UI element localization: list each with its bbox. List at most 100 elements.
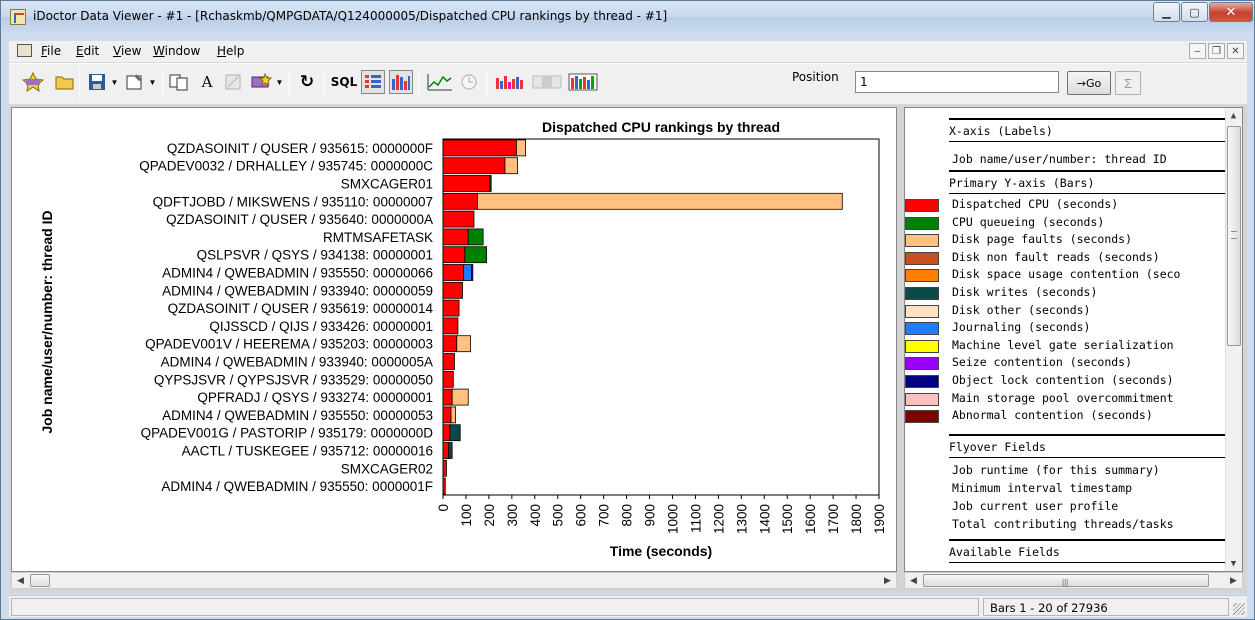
legend-swatch[interactable]	[905, 216, 939, 230]
legend-scroll-thumb[interactable]	[1227, 126, 1241, 346]
scroll-right-arrow-icon[interactable]: ▶	[879, 573, 896, 588]
save-button[interactable]	[85, 70, 109, 94]
menu-edit[interactable]: Edit	[76, 44, 99, 58]
properties-dropdown[interactable]: ▼	[147, 70, 158, 94]
chart-scroll-thumb[interactable]	[30, 574, 50, 587]
go-button[interactable]: →Go	[1067, 71, 1111, 95]
flyover-field[interactable]: Minimum interval timestamp	[952, 481, 1132, 495]
maximize-button[interactable]: ▢	[1181, 2, 1208, 22]
legend-label[interactable]: Main storage pool overcommitment	[952, 391, 1174, 405]
range-bar-button[interactable]	[531, 70, 563, 94]
yaxis-header[interactable]: Primary Y-axis (Bars)	[949, 170, 1228, 194]
mdi-close-button[interactable]: ✕	[1227, 43, 1244, 59]
legend-label[interactable]: Abnormal contention (seconds)	[952, 408, 1153, 422]
minimize-button[interactable]: ▁	[1153, 2, 1180, 22]
flyover-field[interactable]: Job runtime (for this summary)	[952, 463, 1160, 477]
multi-bar-button[interactable]	[567, 70, 599, 94]
minimize-icon: ▁	[1162, 6, 1171, 19]
sum-button[interactable]: Σ	[1115, 71, 1141, 95]
bar-graph-icon	[392, 75, 410, 90]
flyover-header[interactable]: Flyover Fields	[949, 434, 1228, 458]
grip-icon: |||	[1062, 578, 1069, 587]
filter-button[interactable]	[221, 70, 245, 94]
toolbar-separator	[289, 69, 290, 97]
legend-horizontal-scrollbar[interactable]: ◀ ||| ▶	[904, 572, 1243, 589]
flyover-field[interactable]: Total contributing threads/tasks	[952, 517, 1174, 531]
legend-swatch[interactable]	[905, 339, 939, 353]
legend-label[interactable]: Disk writes (seconds)	[952, 285, 1097, 299]
properties-button[interactable]	[123, 70, 147, 94]
title-bar[interactable]: iDoctor Data Viewer - #1 - [Rchaskmb/QMP…	[1, 1, 1254, 33]
font-icon: A	[201, 73, 213, 91]
scroll-left-arrow-icon[interactable]: ◀	[12, 573, 29, 588]
legend-label[interactable]: Disk non fault reads (seconds)	[952, 250, 1160, 264]
scroll-right-arrow-icon[interactable]: ▶	[1225, 573, 1242, 588]
open-button[interactable]	[53, 70, 77, 94]
scroll-up-arrow-icon[interactable]: ▲	[1226, 108, 1241, 123]
query-button[interactable]	[21, 70, 45, 94]
query-options-button[interactable]	[249, 70, 273, 94]
save-dropdown[interactable]: ▼	[109, 70, 120, 94]
legend-label[interactable]: Object lock contention (seconds)	[952, 373, 1174, 387]
category-label: QIJSSCD / QIJS / 933426: 00000001	[209, 319, 433, 334]
xaxis-header[interactable]: X-axis (Labels)	[949, 118, 1228, 142]
mdi-restore-button[interactable]: ❐	[1208, 43, 1225, 59]
position-input[interactable]	[855, 71, 1059, 93]
legend-horizontal-thumb[interactable]: |||	[923, 574, 1209, 587]
legend-label[interactable]: Seize contention (seconds)	[952, 355, 1132, 369]
legend-swatch[interactable]	[905, 287, 939, 300]
bar-chart[interactable]: QZDASOINIT / QUSER / 935615: 0000000F QPA…	[12, 108, 897, 572]
legend-swatch[interactable]	[905, 410, 939, 424]
available-header[interactable]: Available Fields	[949, 539, 1228, 563]
legend-swatch[interactable]	[905, 304, 939, 318]
menu-help[interactable]: Help	[217, 44, 244, 58]
line-graph-button[interactable]	[425, 70, 455, 94]
legend-label[interactable]: Dispatched CPU (seconds)	[952, 197, 1118, 211]
flyover-field[interactable]: Job current user profile	[952, 499, 1118, 513]
close-button[interactable]: ✕	[1209, 2, 1253, 22]
menu-view[interactable]: View	[113, 44, 141, 58]
scroll-down-arrow-icon[interactable]: ▼	[1226, 556, 1241, 571]
menu-window[interactable]: Window	[153, 44, 200, 58]
table-view-button[interactable]	[361, 70, 385, 94]
query-star-icon	[22, 72, 44, 92]
x-tick-label: 1900	[872, 504, 887, 534]
chart-pane[interactable]: QZDASOINIT / QUSER / 935615: 0000000F QPA…	[11, 107, 897, 572]
font-button[interactable]: A	[195, 70, 219, 94]
bar-graph-view-button[interactable]	[389, 70, 413, 94]
legend-vertical-scrollbar[interactable]: ▲ ▼	[1225, 108, 1242, 571]
stacked-bar-button[interactable]	[494, 70, 526, 94]
mdi-minimize-button[interactable]: –	[1189, 43, 1206, 59]
legend-swatch[interactable]	[905, 375, 939, 388]
query-options-dropdown[interactable]: ▼	[274, 70, 285, 94]
legend-swatch[interactable]	[905, 357, 939, 371]
legend-label[interactable]: Machine level gate serialization	[952, 338, 1174, 352]
menu-file[interactable]: File	[41, 44, 61, 58]
legend-label[interactable]: Journaling (seconds)	[952, 320, 1090, 334]
legend-swatch[interactable]	[905, 251, 939, 265]
legend-swatch[interactable]	[905, 392, 939, 406]
scroll-left-arrow-icon[interactable]: ◀	[905, 573, 922, 588]
legend-label[interactable]: CPU queueing (seconds)	[952, 215, 1104, 229]
legend-label[interactable]: Disk space usage contention (seco	[952, 267, 1180, 281]
xaxis-field[interactable]: Job name/user/number: thread ID	[952, 152, 1167, 166]
legend-pane[interactable]: X-axis (Labels) Job name/user/number: th…	[904, 107, 1243, 572]
legend-label[interactable]: Disk page faults (seconds)	[952, 232, 1132, 246]
resize-grip-icon[interactable]	[1233, 603, 1245, 615]
copy-button[interactable]	[167, 70, 191, 94]
legend-label[interactable]: Disk other (seconds)	[952, 303, 1090, 317]
sql-button[interactable]: SQL	[329, 70, 359, 94]
timeline-button[interactable]	[457, 70, 481, 94]
category-label: SMXCAGER01	[341, 177, 433, 192]
bar-segment	[442, 281, 463, 299]
legend-swatch[interactable]	[905, 269, 939, 283]
category-label: SMXCAGER02	[341, 461, 433, 476]
bar-segment	[442, 353, 455, 370]
category-label: QDFTJOBD / MIKSWENS / 935110: 00000007	[153, 194, 433, 209]
legend-swatch[interactable]	[905, 234, 939, 248]
legend-swatch[interactable]	[905, 199, 939, 212]
document-icon[interactable]	[17, 44, 32, 57]
chart-horizontal-scrollbar[interactable]: ◀ ▶	[11, 572, 897, 589]
refresh-button[interactable]: ↻	[295, 70, 319, 94]
legend-swatch[interactable]	[905, 322, 939, 336]
